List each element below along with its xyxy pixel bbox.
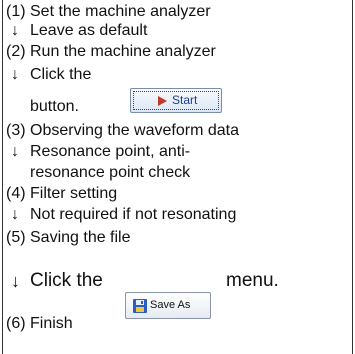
arrow-down-icon: ↓ [11, 143, 19, 160]
step-4: (4) Filter setting [6, 185, 118, 202]
step-3-note-2: resonance point check [30, 164, 191, 181]
arrow-down-icon: ↓ [11, 66, 19, 83]
step-1: (1) Set the machine analyzer [6, 3, 211, 20]
step-5-note-click: Click the [30, 270, 103, 291]
arrow-down-icon: ↓ [11, 206, 19, 223]
step-3-note-1: Resonance point, anti- [30, 143, 191, 160]
step-4-note: Not required if not resonating [30, 206, 237, 223]
step-3: (3) Observing the waveform data [6, 122, 239, 139]
arrow-down-icon: ↓ [11, 271, 20, 291]
arrow-down-icon: ↓ [11, 22, 19, 39]
step-5: (5) Saving the file [6, 229, 131, 246]
step-5-note-menu: menu. [226, 270, 279, 291]
floppy-disk-icon [133, 299, 147, 313]
step-6: (6) Finish [6, 315, 73, 332]
play-icon [158, 96, 167, 106]
step-2-note-button: button. [30, 98, 79, 115]
start-button-label: Start [172, 93, 198, 107]
save-as-label: Save As [150, 299, 191, 311]
procedure-panel: (1) Set the machine analyzer ↓ Leave as … [2, 0, 353, 354]
step-2: (2) Run the machine analyzer [6, 43, 216, 60]
save-as-menu-button[interactable]: Save As [125, 292, 211, 319]
step-1-note: Leave as default [30, 22, 148, 39]
step-2-note-click: Click the [30, 66, 92, 83]
start-button[interactable]: Start [130, 88, 222, 113]
